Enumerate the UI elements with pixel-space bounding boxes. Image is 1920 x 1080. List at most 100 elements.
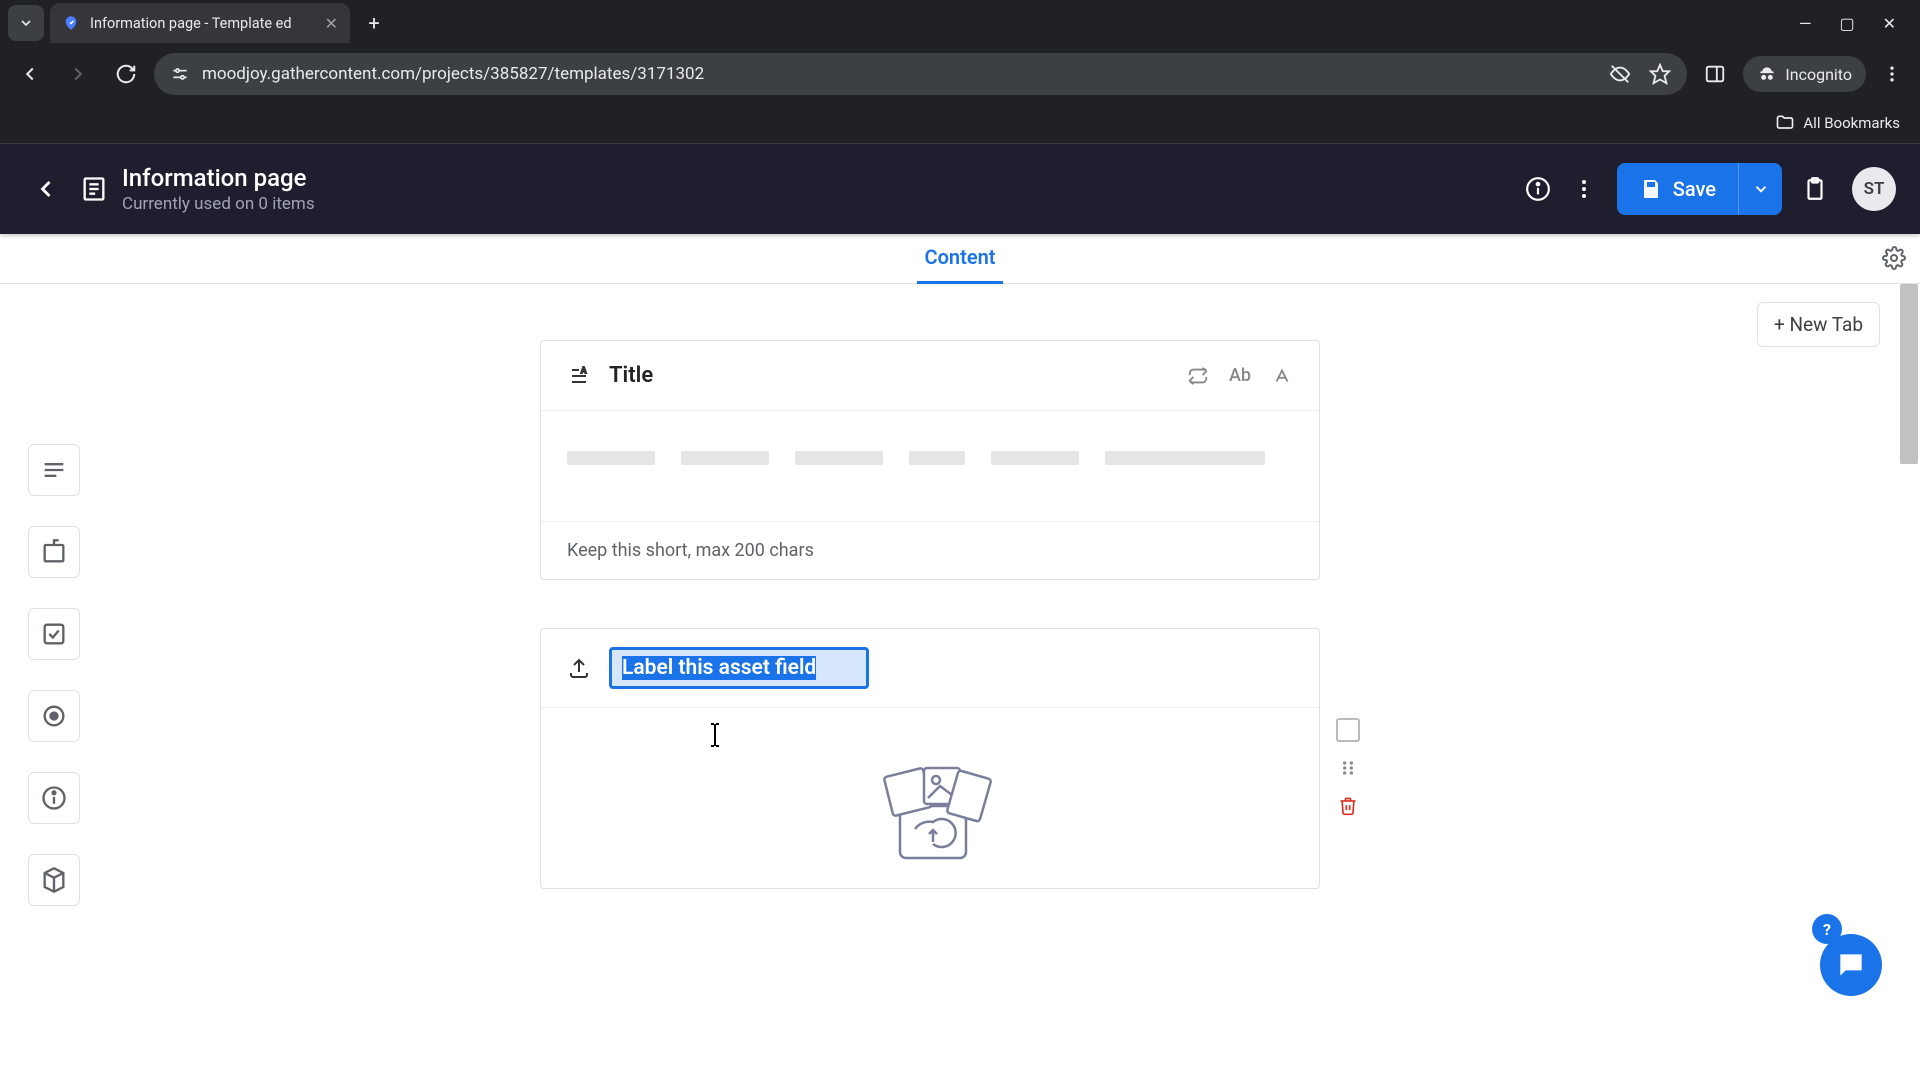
fields-canvas: A Title Ab Keep this short, max 200 char…: [540, 340, 1320, 937]
title-field-hint: Keep this short, max 200 chars: [541, 522, 1319, 579]
palette-component-button[interactable]: [28, 526, 80, 578]
vertical-scrollbar[interactable]: [1900, 284, 1918, 1026]
bookmark-star-icon[interactable]: [1649, 63, 1671, 85]
content-tabs-row: Content: [0, 234, 1920, 284]
folder-icon: [1775, 113, 1795, 133]
scrollbar-thumb[interactable]: [1900, 284, 1918, 464]
kebab-icon: [1882, 64, 1902, 84]
palette-radio-button[interactable]: [28, 690, 80, 742]
all-bookmarks-button[interactable]: All Bookmarks: [1803, 114, 1900, 132]
title-block: Information page Currently used on 0 ite…: [80, 164, 315, 214]
browser-back-button[interactable]: [10, 54, 50, 94]
url-field[interactable]: moodjoy.gathercontent.com/projects/38582…: [154, 53, 1687, 95]
asset-field-header: [541, 629, 1319, 707]
info-icon: [40, 784, 68, 812]
cube-icon: [40, 866, 68, 894]
title-field-header: A Title Ab: [541, 341, 1319, 410]
tab-settings-button[interactable]: [1882, 246, 1906, 270]
incognito-chip[interactable]: Incognito: [1743, 56, 1866, 92]
chat-icon: [1835, 949, 1867, 981]
page-subtitle: Currently used on 0 items: [122, 194, 315, 214]
window-minimize-button[interactable]: —: [1799, 14, 1812, 33]
save-button-group: Save: [1617, 163, 1782, 215]
palette-guideline-button[interactable]: [28, 772, 80, 824]
site-settings-icon[interactable]: [170, 64, 190, 84]
radio-icon: [40, 702, 68, 730]
browser-tab-title: Information page - Template ed: [90, 15, 315, 32]
chevron-down-icon: [18, 15, 34, 31]
title-field-card[interactable]: A Title Ab Keep this short, max 200 char…: [540, 340, 1320, 580]
type-icon[interactable]: [1271, 365, 1293, 387]
editor-canvas-area: + New Tab A Title Ab: [0, 284, 1920, 1026]
eye-off-icon[interactable]: [1609, 63, 1631, 85]
arrow-right-icon: [67, 63, 89, 85]
help-widget: ?: [1820, 934, 1882, 996]
field-delete-button[interactable]: [1336, 794, 1360, 818]
skeleton-bar: [681, 451, 769, 465]
new-browser-tab-button[interactable]: +: [358, 7, 390, 39]
kebab-icon: [1572, 177, 1596, 201]
text-format-button[interactable]: Ab: [1229, 365, 1251, 386]
palette-text-button[interactable]: [28, 444, 80, 496]
upload-illustration-icon: [840, 748, 1020, 878]
help-badge-button[interactable]: ?: [1812, 914, 1842, 944]
skeleton-bar: [567, 451, 655, 465]
tab-search-button[interactable]: [8, 5, 44, 41]
new-tab-label: + New Tab: [1774, 313, 1863, 336]
palette-checkbox-button[interactable]: [28, 608, 80, 660]
field-required-checkbox[interactable]: [1336, 718, 1360, 742]
info-button[interactable]: [1515, 166, 1561, 212]
field-drag-handle[interactable]: [1336, 756, 1360, 780]
skeleton-bar: [909, 451, 965, 465]
browser-forward-button[interactable]: [58, 54, 98, 94]
panel-icon: [1704, 63, 1726, 85]
window-maximize-button[interactable]: ▢: [1839, 14, 1854, 33]
chevron-left-icon: [32, 175, 60, 203]
save-icon: [1639, 177, 1663, 201]
skeleton-bar: [1105, 451, 1265, 465]
tab-close-button[interactable]: ✕: [325, 14, 338, 33]
url-bar-row: moodjoy.gathercontent.com/projects/38582…: [0, 46, 1920, 102]
page-title: Information page: [122, 164, 315, 192]
window-controls: — ▢ ✕: [1799, 14, 1912, 33]
incognito-icon: [1757, 64, 1777, 84]
browser-reload-button[interactable]: [106, 54, 146, 94]
asset-field-label-input[interactable]: [609, 647, 869, 689]
avatar-initials: ST: [1864, 179, 1885, 199]
app-back-button[interactable]: [24, 167, 68, 211]
clipboard-button[interactable]: [1792, 166, 1838, 212]
repeat-icon[interactable]: [1187, 365, 1209, 387]
app-favicon-icon: [62, 14, 80, 32]
clipboard-icon: [1802, 176, 1828, 202]
checkbox-icon: [40, 620, 68, 648]
palette-asset-button[interactable]: [28, 854, 80, 906]
template-icon: [80, 175, 108, 203]
skeleton-bar: [795, 451, 883, 465]
asset-field-card[interactable]: [540, 628, 1320, 889]
browser-chrome: Information page - Template ed ✕ + — ▢ ✕…: [0, 0, 1920, 144]
incognito-label: Incognito: [1785, 65, 1852, 84]
side-panel-button[interactable]: [1695, 54, 1735, 94]
new-tab-button[interactable]: + New Tab: [1757, 302, 1880, 347]
arrow-left-icon: [19, 63, 41, 85]
asset-field-body: [541, 707, 1319, 888]
save-dropdown-button[interactable]: [1738, 163, 1782, 215]
tab-content[interactable]: Content: [917, 234, 1004, 284]
browser-menu-button[interactable]: [1874, 64, 1910, 84]
field-side-controls: [1336, 718, 1360, 818]
title-field-body: [541, 410, 1319, 522]
svg-text:A: A: [581, 366, 587, 375]
avatar[interactable]: ST: [1852, 167, 1896, 211]
save-button[interactable]: Save: [1617, 163, 1738, 215]
window-close-button[interactable]: ✕: [1883, 14, 1896, 33]
skeleton-placeholder: [567, 451, 1293, 465]
browser-tab[interactable]: Information page - Template ed ✕: [50, 3, 350, 43]
chevron-down-icon: [1752, 180, 1770, 198]
url-text: moodjoy.gathercontent.com/projects/38582…: [202, 64, 1597, 84]
field-palette-rail: [28, 444, 80, 906]
more-menu-button[interactable]: [1561, 166, 1607, 212]
trash-icon: [1338, 796, 1358, 816]
skeleton-bar: [991, 451, 1079, 465]
gear-icon: [1882, 246, 1906, 270]
reload-icon: [115, 63, 137, 85]
